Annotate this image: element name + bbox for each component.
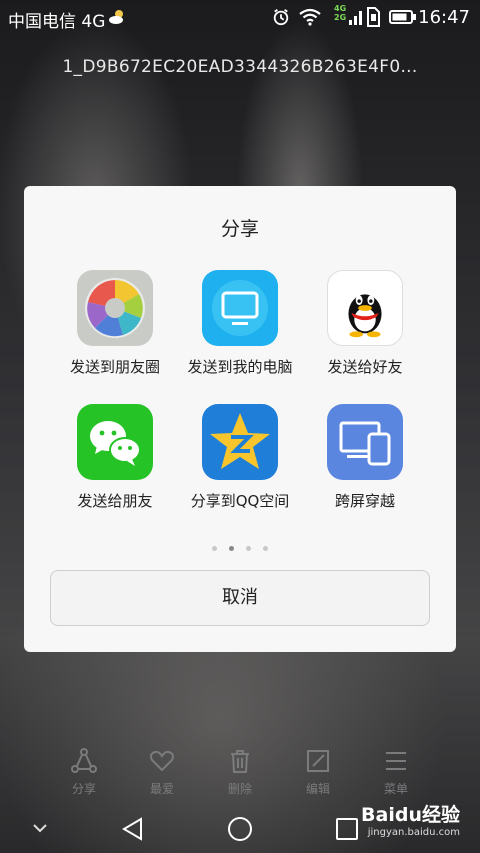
cancel-button[interactable]: 取消: [50, 570, 430, 626]
page-dot: [263, 546, 268, 551]
toolbar-delete-button[interactable]: 删除: [210, 748, 270, 797]
toolbar-label: 删除: [227, 782, 252, 796]
dialog-title: 分享: [220, 218, 259, 240]
toolbar-label: 菜单: [383, 782, 408, 796]
app-label: 发送给朋友: [77, 492, 153, 510]
send-to-qq-friend-button[interactable]: 发送给好友: [295, 270, 435, 377]
trash-icon: [231, 750, 249, 773]
share-dialog: 分享 发送到朋友圈 发送到我的电脑 发送给好友 发送给朋友 分享到QQ空间 跨屏…: [24, 186, 456, 652]
watermark-url: jingyan.baidu.com: [367, 827, 460, 838]
app-label: 发送到朋友圈: [69, 358, 160, 376]
chevron-down-icon[interactable]: [32, 822, 48, 834]
share-to-moments-button[interactable]: 发送到朋友圈: [45, 270, 185, 377]
send-to-my-computer-button[interactable]: 发送到我的电脑: [170, 270, 310, 377]
heart-icon: [150, 750, 174, 772]
toolbar-share-button[interactable]: 分享: [54, 748, 114, 797]
alarm-clock-icon: [273, 9, 289, 26]
sim-card-icon: [367, 7, 380, 27]
app-label: 分享到QQ空间: [190, 492, 290, 510]
page-dot: [212, 546, 217, 551]
edit-icon: [307, 750, 329, 772]
status-bar: 中国电信 4G 4G 2G 16:47: [0, 0, 480, 34]
toolbar-label: 最爱: [149, 782, 174, 796]
toolbar-favorite-button[interactable]: 最爱: [132, 748, 192, 797]
watermark-brand: Baidu经验: [361, 804, 460, 826]
share-icon: [71, 748, 97, 773]
battery-icon: [389, 10, 416, 24]
signal-bars-icon: [349, 11, 362, 25]
home-circle-icon[interactable]: [227, 816, 253, 842]
my-computer-monitor-icon: [202, 270, 278, 346]
carrier-label: 中国电信 4G: [8, 12, 106, 32]
cross-screen-button[interactable]: 跨屏穿越: [295, 404, 435, 511]
weather-cloud-sun-icon: [109, 10, 123, 24]
toolbar-edit-button[interactable]: 编辑: [288, 748, 348, 797]
moments-camera-aperture-icon: [77, 270, 153, 346]
wifi-icon: [299, 8, 321, 26]
menu-icon: [386, 752, 406, 770]
app-label: 发送到我的电脑: [187, 358, 293, 376]
wechat-icon: [77, 404, 153, 480]
recents-square-icon[interactable]: [335, 817, 359, 841]
app-label: 跨屏穿越: [334, 492, 395, 510]
page-dot-active: [229, 546, 234, 551]
back-triangle-icon[interactable]: [120, 816, 146, 842]
baidu-watermark: Baidu经验 jingyan.baidu.com: [361, 800, 460, 838]
qq-penguin-icon: [327, 270, 403, 346]
toolbar-menu-button[interactable]: 菜单: [366, 748, 426, 797]
app-label: 发送给好友: [327, 358, 403, 376]
toolbar-label: 分享: [71, 782, 96, 796]
clock: 16:47: [418, 7, 470, 28]
dual-network-badge: 4G 2G: [334, 4, 347, 22]
toolbar-label: 编辑: [305, 782, 330, 796]
page-dot: [246, 546, 251, 551]
send-to-wechat-friend-button[interactable]: 发送给朋友: [45, 404, 185, 511]
cross-screen-devices-icon: [327, 404, 403, 480]
share-to-qzone-button[interactable]: 分享到QQ空间: [170, 404, 310, 511]
qzone-star-icon: [202, 404, 278, 480]
file-name-title: 1_D9B672EC20EAD3344326B263E4F0...: [62, 57, 418, 77]
page-indicator: [24, 536, 456, 555]
